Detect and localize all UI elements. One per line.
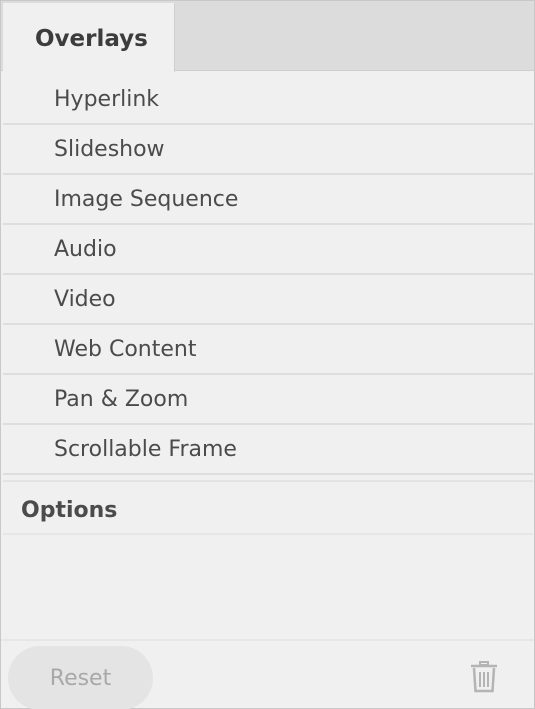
overlay-item-label: Slideshow [54, 137, 165, 162]
tab-bar: Overlays [1, 1, 534, 72]
overlay-item-video[interactable]: Video [3, 275, 533, 325]
overlay-item-slideshow[interactable]: Slideshow [3, 125, 533, 175]
overlay-item-label: Audio [54, 237, 117, 262]
reset-button[interactable]: Reset [8, 646, 153, 709]
overlay-item-label: Video [54, 287, 116, 312]
tab-overlays[interactable]: Overlays [3, 3, 175, 72]
tab-label: Overlays [35, 26, 148, 52]
overlay-item-hyperlink[interactable]: Hyperlink [3, 75, 533, 125]
options-title: Options [21, 498, 118, 523]
overlay-item-pan-zoom[interactable]: Pan & Zoom [3, 375, 533, 425]
overlay-item-scrollable-frame[interactable]: Scrollable Frame [3, 425, 533, 475]
overlay-item-label: Pan & Zoom [54, 387, 189, 412]
overlay-item-label: Scrollable Frame [54, 437, 237, 462]
footer-bar: Reset [1, 639, 534, 709]
options-section: Options [3, 480, 533, 535]
overlay-item-label: Web Content [54, 337, 197, 362]
overlay-item-audio[interactable]: Audio [3, 225, 533, 275]
overlay-type-list: Hyperlink Slideshow Image Sequence Audio… [3, 75, 533, 475]
trash-icon[interactable] [470, 661, 498, 693]
overlay-item-image-sequence[interactable]: Image Sequence [3, 175, 533, 225]
overlays-panel: Overlays Hyperlink Slideshow Image Seque… [0, 0, 535, 709]
overlay-item-label: Image Sequence [54, 187, 239, 212]
overlay-item-web-content[interactable]: Web Content [3, 325, 533, 375]
overlay-item-label: Hyperlink [54, 87, 160, 112]
